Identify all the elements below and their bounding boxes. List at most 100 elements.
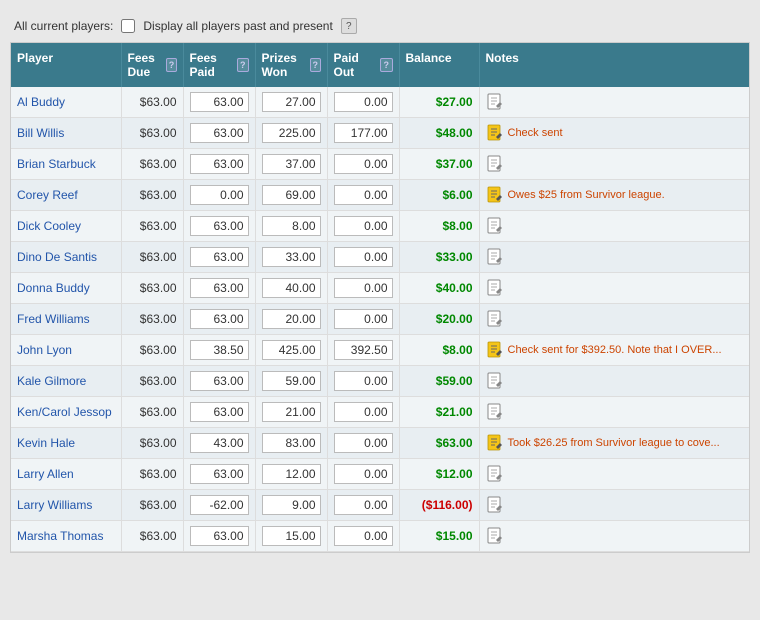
prizes-won-input[interactable] [262,402,321,422]
player-name-link[interactable]: Ken/Carol Jessop [17,405,112,419]
paid-out-cell[interactable] [327,521,399,552]
fees-paid-input[interactable] [190,154,249,174]
paid-out-cell[interactable] [327,149,399,180]
prizes-won-cell[interactable] [255,335,327,366]
fees-paid-cell[interactable] [183,428,255,459]
fees-paid-input[interactable] [190,371,249,391]
prizes-won-cell[interactable] [255,459,327,490]
fees-paid-cell[interactable] [183,335,255,366]
paid-out-cell[interactable] [327,490,399,521]
fees-paid-input[interactable] [190,92,249,112]
prizes-won-cell[interactable] [255,397,327,428]
prizes-won-input[interactable] [262,309,321,329]
fees-paid-input[interactable] [190,309,249,329]
paid-out-cell[interactable] [327,273,399,304]
player-name-link[interactable]: Corey Reef [17,188,78,202]
player-name-link[interactable]: Brian Starbuck [17,157,96,171]
fees-paid-cell[interactable] [183,304,255,335]
prizes-won-input[interactable] [262,495,321,515]
player-name-link[interactable]: Kale Gilmore [17,374,86,388]
prizes-won-input[interactable] [262,340,321,360]
fees-paid-input[interactable] [190,123,249,143]
prizes-won-cell[interactable] [255,304,327,335]
paid-out-cell[interactable] [327,335,399,366]
prizes-won-input[interactable] [262,92,321,112]
prizes-won-cell[interactable] [255,428,327,459]
player-name-link[interactable]: Kevin Hale [17,436,75,450]
prizes-won-cell[interactable] [255,273,327,304]
fees-paid-cell[interactable] [183,490,255,521]
all-players-checkbox[interactable] [121,19,135,33]
paid-out-input[interactable] [334,433,393,453]
prizes-won-input[interactable] [262,247,321,267]
prizes-won-cell[interactable] [255,118,327,149]
paid-out-input[interactable] [334,278,393,298]
paid-out-input[interactable] [334,123,393,143]
prizes-won-cell[interactable] [255,490,327,521]
fees-paid-cell[interactable] [183,118,255,149]
prizes-won-input[interactable] [262,123,321,143]
paid-out-cell[interactable] [327,366,399,397]
paid-out-cell[interactable] [327,459,399,490]
paid-out-input[interactable] [334,216,393,236]
prizes-won-input[interactable] [262,216,321,236]
paid-out-input[interactable] [334,526,393,546]
fees-paid-input[interactable] [190,402,249,422]
fees-paid-cell[interactable] [183,366,255,397]
prizes-won-cell[interactable] [255,149,327,180]
fees-paid-help-icon[interactable]: ? [237,58,249,72]
all-players-help-icon[interactable]: ? [341,18,357,34]
paid-out-cell[interactable] [327,211,399,242]
paid-out-input[interactable] [334,402,393,422]
prizes-won-cell[interactable] [255,366,327,397]
fees-paid-input[interactable] [190,495,249,515]
note-icon[interactable] [486,465,504,483]
player-name-link[interactable]: Larry Williams [17,498,92,512]
fees-paid-cell[interactable] [183,87,255,118]
player-name-link[interactable]: Donna Buddy [17,281,90,295]
fees-paid-input[interactable] [190,216,249,236]
paid-out-cell[interactable] [327,118,399,149]
paid-out-input[interactable] [334,247,393,267]
fees-paid-cell[interactable] [183,459,255,490]
player-name-link[interactable]: Dino De Santis [17,250,97,264]
paid-out-input[interactable] [334,154,393,174]
paid-out-cell[interactable] [327,304,399,335]
prizes-won-input[interactable] [262,278,321,298]
paid-out-cell[interactable] [327,397,399,428]
prizes-won-input[interactable] [262,433,321,453]
fees-paid-input[interactable] [190,185,249,205]
prizes-won-cell[interactable] [255,242,327,273]
note-icon[interactable] [486,434,504,452]
paid-out-input[interactable] [334,464,393,484]
note-icon[interactable] [486,496,504,514]
player-name-link[interactable]: Marsha Thomas [17,529,103,543]
fees-due-help-icon[interactable]: ? [166,58,176,72]
note-icon[interactable] [486,217,504,235]
note-icon[interactable] [486,372,504,390]
note-icon[interactable] [486,186,504,204]
prizes-won-cell[interactable] [255,521,327,552]
fees-paid-cell[interactable] [183,180,255,211]
prizes-won-cell[interactable] [255,211,327,242]
note-icon[interactable] [486,248,504,266]
paid-out-input[interactable] [334,185,393,205]
fees-paid-cell[interactable] [183,397,255,428]
paid-out-cell[interactable] [327,428,399,459]
fees-paid-cell[interactable] [183,242,255,273]
fees-paid-cell[interactable] [183,211,255,242]
prizes-won-cell[interactable] [255,180,327,211]
fees-paid-input[interactable] [190,278,249,298]
fees-paid-cell[interactable] [183,273,255,304]
note-icon[interactable] [486,155,504,173]
note-icon[interactable] [486,527,504,545]
paid-out-input[interactable] [334,371,393,391]
prizes-won-cell[interactable] [255,87,327,118]
fees-paid-input[interactable] [190,433,249,453]
note-icon[interactable] [486,93,504,111]
fees-paid-input[interactable] [190,340,249,360]
note-icon[interactable] [486,403,504,421]
player-name-link[interactable]: Bill Willis [17,126,64,140]
prizes-won-input[interactable] [262,371,321,391]
paid-out-cell[interactable] [327,242,399,273]
